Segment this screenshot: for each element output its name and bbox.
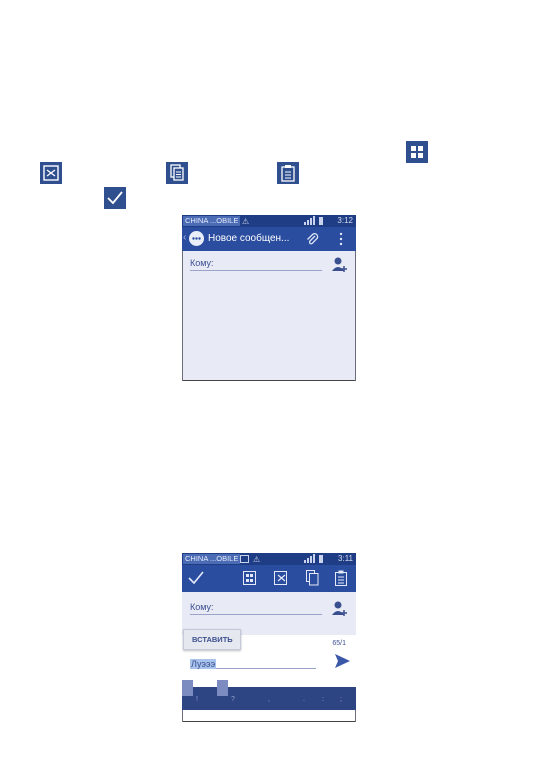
paste-icon	[277, 162, 299, 184]
paste-icon[interactable]	[335, 570, 348, 591]
recipient-label: Кому:	[190, 602, 214, 612]
carrier-label: CHINA ...OBILE	[183, 554, 241, 564]
cut-icon	[40, 162, 62, 184]
send-icon[interactable]	[334, 653, 351, 674]
attach-icon[interactable]	[304, 231, 320, 252]
screenshot-right-edge	[355, 251, 356, 381]
key-1[interactable]: !	[196, 696, 198, 703]
overflow-menu-icon[interactable]	[338, 232, 344, 251]
copy-icon	[166, 162, 188, 184]
select-all-icon[interactable]	[243, 571, 256, 590]
image-notification-icon	[240, 555, 249, 563]
key-6[interactable]: ;	[340, 696, 342, 703]
messaging-app-icon	[189, 231, 204, 246]
copy-icon[interactable]	[306, 570, 319, 591]
add-contact-icon[interactable]	[330, 600, 348, 622]
done-check-icon[interactable]	[188, 571, 204, 590]
carrier-label: CHINA ...OBILE	[183, 216, 241, 226]
add-contact-icon[interactable]	[330, 256, 348, 278]
selection-handle-right[interactable]	[217, 680, 228, 696]
status-time: 3:11	[338, 554, 353, 563]
recipient-field[interactable]: Кому:	[190, 257, 322, 271]
screenshot-bottom-line	[182, 721, 356, 722]
recipient-field[interactable]: Кому:	[190, 601, 322, 615]
cut-icon[interactable]	[274, 571, 288, 590]
message-text-field[interactable]: Луэээ	[190, 654, 316, 669]
selection-handle-left[interactable]	[182, 680, 193, 696]
action-bar: ‹ Новое сообщен...	[182, 227, 356, 251]
status-bar: CHINA ...OBILE ⚠ 3:12	[182, 215, 356, 227]
phone-screenshot-text-selection: CHINA ...OBILE ⚠ 3:11 Кому: ВСТАВИТЬ 65/…	[182, 553, 356, 722]
action-bar-title: Новое сообщен...	[208, 233, 290, 244]
select-all-icon	[406, 141, 428, 163]
keyboard-row: ! ? , . : ;	[182, 687, 356, 710]
compose-area: Кому:	[182, 251, 356, 381]
status-time: 3:12	[337, 216, 353, 225]
recipient-label: Кому:	[190, 258, 214, 268]
char-counter: 65/1	[332, 640, 346, 647]
compose-area: Кому: ВСТАВИТЬ 65/1 Луэээ	[182, 592, 356, 687]
screenshot-left-edge	[182, 251, 183, 381]
checkmark-icon	[104, 187, 126, 209]
phone-screenshot-new-message: CHINA ...OBILE ⚠ 3:12 ‹ Новое сообщен...…	[182, 215, 356, 381]
paste-popup-button[interactable]: ВСТАВИТЬ	[183, 629, 241, 650]
back-chevron-icon[interactable]: ‹	[183, 232, 186, 243]
screenshot-right-edge	[355, 710, 356, 722]
screenshot-bottom-line	[182, 380, 356, 381]
key-5[interactable]: :	[322, 696, 324, 703]
selected-text: Луэээ	[190, 659, 217, 669]
screenshot-left-edge	[182, 710, 183, 722]
selection-action-bar	[182, 565, 356, 592]
key-3[interactable]: ,	[268, 696, 270, 703]
paste-label: ВСТАВИТЬ	[192, 635, 233, 644]
key-4[interactable]: .	[303, 696, 305, 703]
key-2[interactable]: ?	[231, 696, 235, 703]
status-bar: CHINA ...OBILE ⚠ 3:11	[182, 553, 356, 565]
